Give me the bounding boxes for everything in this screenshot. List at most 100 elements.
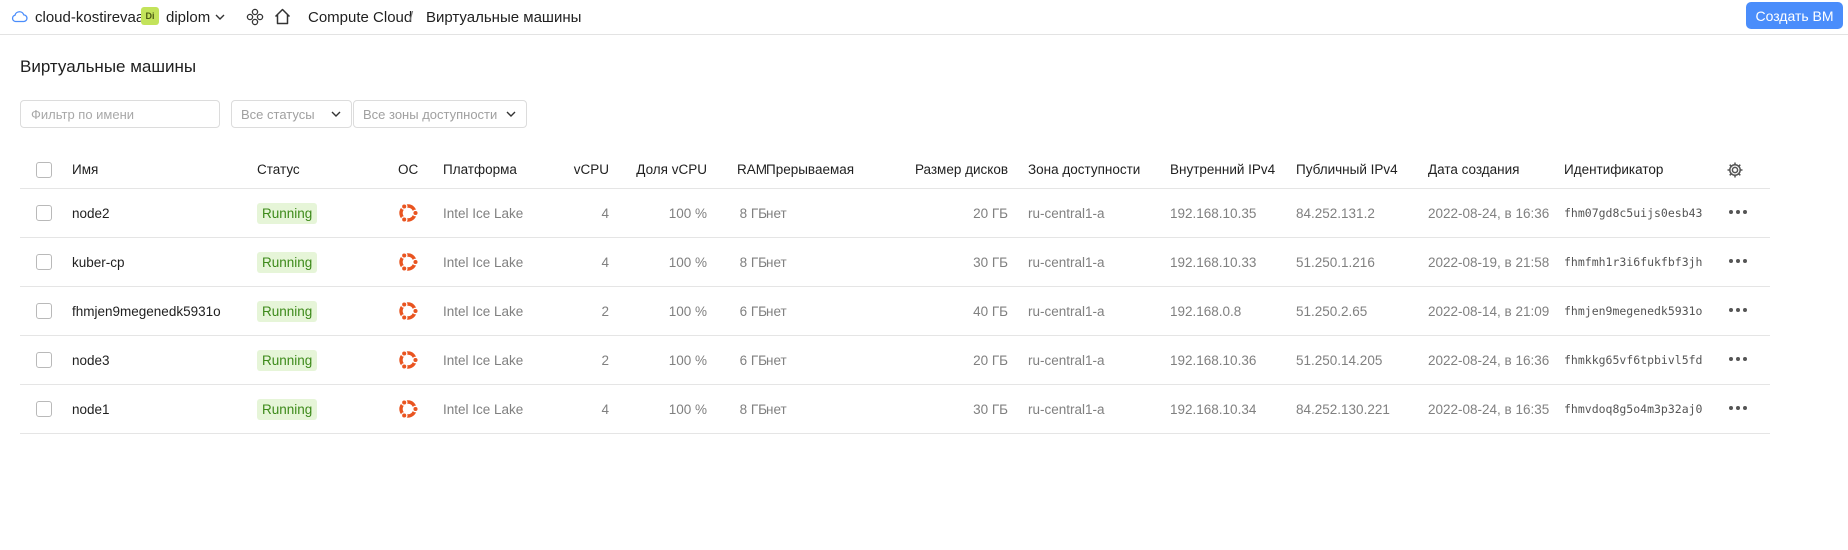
ubuntu-icon bbox=[396, 201, 420, 225]
more-actions-icon[interactable] bbox=[1729, 406, 1747, 410]
breadcrumb-separator: / bbox=[409, 9, 414, 26]
cell-disk-size: 20 ГБ bbox=[973, 205, 1008, 221]
cell-preemptible: нет bbox=[766, 254, 787, 270]
column-header-zone[interactable]: Зона доступности bbox=[1028, 151, 1140, 188]
column-header-ram[interactable]: RAM bbox=[710, 151, 767, 188]
column-header-vcpu[interactable]: vCPU bbox=[530, 151, 609, 188]
cell-vcpu: 4 bbox=[601, 401, 609, 417]
cell-public-ip: 51.250.14.205 bbox=[1296, 352, 1383, 368]
breadcrumb-current-page: Виртуальные машины bbox=[426, 9, 582, 26]
cloud-name[interactable]: cloud-kostirevaa bbox=[35, 0, 144, 35]
cell-public-ip: 84.252.130.221 bbox=[1296, 401, 1390, 417]
ubuntu-icon bbox=[396, 299, 420, 323]
cell-vcpu: 2 bbox=[601, 352, 609, 368]
cell-disk-size: 30 ГБ bbox=[973, 254, 1008, 270]
chevron-down-icon bbox=[331, 111, 341, 117]
folder-name[interactable]: diplom bbox=[166, 0, 210, 35]
cell-name[interactable]: fhmjen9megenedk5931o bbox=[72, 287, 221, 335]
cell-vcpu: 4 bbox=[601, 254, 609, 270]
breadcrumb-service[interactable]: Compute Cloud bbox=[308, 0, 412, 35]
column-header-internal-ip[interactable]: Внутренний IPv4 bbox=[1170, 151, 1275, 188]
cell-preemptible: нет bbox=[766, 205, 787, 221]
cell-vcpu-share: 100 % bbox=[668, 303, 707, 319]
select-all-checkbox[interactable] bbox=[36, 161, 52, 178]
column-header-name[interactable]: Имя bbox=[72, 151, 98, 188]
cell-disk-size: 30 ГБ bbox=[973, 401, 1008, 417]
cell-created: 2022-08-14, в 21:09 bbox=[1428, 303, 1550, 319]
column-header-id[interactable]: Идентификатор bbox=[1564, 151, 1663, 188]
more-actions-icon[interactable] bbox=[1729, 259, 1747, 263]
cell-platform: Intel Ice Lake bbox=[443, 352, 524, 368]
more-actions-icon[interactable] bbox=[1729, 308, 1747, 312]
gear-icon[interactable] bbox=[1726, 161, 1744, 179]
cell-id: fhmvdoq8g5o4m3p32aj0 bbox=[1564, 402, 1703, 416]
cell-internal-ip: 192.168.10.34 bbox=[1170, 401, 1257, 417]
row-checkbox[interactable] bbox=[36, 401, 52, 417]
column-header-public-ip[interactable]: Публичный IPv4 bbox=[1296, 151, 1398, 188]
chevron-down-icon bbox=[506, 111, 516, 117]
cell-vcpu: 4 bbox=[601, 205, 609, 221]
cell-created: 2022-08-24, в 16:36 bbox=[1428, 352, 1550, 368]
cell-preemptible: нет bbox=[766, 352, 787, 368]
cloud-icon[interactable] bbox=[11, 9, 28, 23]
cell-name[interactable]: kuber-cp bbox=[72, 238, 125, 286]
cell-name[interactable]: node1 bbox=[72, 385, 110, 433]
status-badge: Running bbox=[257, 398, 318, 420]
folder-badge: Di bbox=[141, 7, 159, 25]
cell-ram: 6 ГБ bbox=[739, 303, 767, 319]
more-actions-icon[interactable] bbox=[1729, 210, 1747, 214]
cell-vcpu: 2 bbox=[601, 303, 609, 319]
column-header-os[interactable]: ОС bbox=[398, 151, 418, 188]
cell-zone: ru-central1-a bbox=[1028, 352, 1105, 368]
cell-zone: ru-central1-a bbox=[1028, 254, 1105, 270]
row-checkbox[interactable] bbox=[36, 205, 52, 221]
column-header-platform[interactable]: Платформа bbox=[443, 151, 517, 188]
cell-internal-ip: 192.168.0.8 bbox=[1170, 303, 1242, 319]
column-header-vcpu-share[interactable]: Доля vCPU bbox=[620, 151, 707, 188]
cell-created: 2022-08-24, в 16:36 bbox=[1428, 205, 1550, 221]
cell-platform: Intel Ice Lake bbox=[443, 401, 524, 417]
status-cell: Running bbox=[257, 189, 318, 237]
status-cell: Running bbox=[257, 238, 318, 286]
table-row[interactable]: Running node1 Intel Ice Lake 4 100 % 8 ГБ нет 3… bbox=[20, 385, 1770, 434]
column-header-disk-size[interactable]: Размер дисков bbox=[880, 151, 1008, 188]
more-actions-icon[interactable] bbox=[1729, 357, 1747, 361]
column-header-status[interactable]: Статус bbox=[257, 151, 300, 188]
cell-public-ip: 84.252.131.2 bbox=[1296, 205, 1375, 221]
cell-id: fhmkkg65vf6tpbivl5fd bbox=[1564, 353, 1703, 367]
create-vm-button[interactable]: Создать ВМ bbox=[1746, 2, 1843, 29]
ubuntu-icon bbox=[396, 250, 420, 274]
row-checkbox[interactable] bbox=[36, 303, 52, 319]
zone-filter-select[interactable]: Все зоны доступности bbox=[353, 100, 527, 128]
table-row[interactable]: Running kuber-cp Intel Ice Lake 4 100 % 8 ГБ н… bbox=[20, 238, 1770, 287]
chevron-down-icon[interactable] bbox=[214, 11, 226, 23]
status-cell: Running bbox=[257, 287, 318, 335]
ubuntu-icon bbox=[396, 348, 420, 372]
cell-id: fhmjen9megenedk5931o bbox=[1564, 304, 1703, 318]
services-icon[interactable] bbox=[245, 7, 265, 27]
table-row[interactable]: Running fhmjen9megenedk5931o Intel Ice Lak… bbox=[20, 287, 1770, 336]
cell-id: fhm07gd8c5uijs0esb43 bbox=[1564, 206, 1703, 220]
cell-platform: Intel Ice Lake bbox=[443, 303, 524, 319]
home-icon[interactable] bbox=[273, 7, 292, 26]
cell-created: 2022-08-24, в 16:35 bbox=[1428, 401, 1550, 417]
table-header: Имя Статус ОС Платформа vCPU Доля vCPU R… bbox=[20, 151, 1770, 189]
cell-vcpu-share: 100 % bbox=[668, 401, 707, 417]
cell-vcpu-share: 100 % bbox=[668, 254, 707, 270]
ubuntu-icon bbox=[396, 397, 420, 421]
table-row[interactable]: Running node3 Intel Ice Lake 2 100 % 6 ГБ нет 2… bbox=[20, 336, 1770, 385]
name-filter-input[interactable] bbox=[20, 100, 220, 128]
table-row[interactable]: Running node2 Intel Ice Lake 4 100 % 8 ГБ нет 2… bbox=[20, 189, 1770, 238]
status-badge: Running bbox=[257, 349, 318, 371]
column-header-preemptible[interactable]: Прерываемая bbox=[766, 151, 854, 188]
page-title: Виртуальные машины bbox=[20, 57, 197, 76]
cell-name[interactable]: node3 bbox=[72, 336, 110, 384]
cell-ram: 8 ГБ bbox=[739, 205, 767, 221]
column-header-created[interactable]: Дата создания bbox=[1428, 151, 1520, 188]
cell-ram: 8 ГБ bbox=[739, 254, 767, 270]
cell-name[interactable]: node2 bbox=[72, 189, 110, 237]
row-checkbox[interactable] bbox=[36, 254, 52, 270]
row-checkbox[interactable] bbox=[36, 352, 52, 368]
cell-public-ip: 51.250.1.216 bbox=[1296, 254, 1375, 270]
status-filter-select[interactable]: Все статусы bbox=[231, 100, 352, 128]
